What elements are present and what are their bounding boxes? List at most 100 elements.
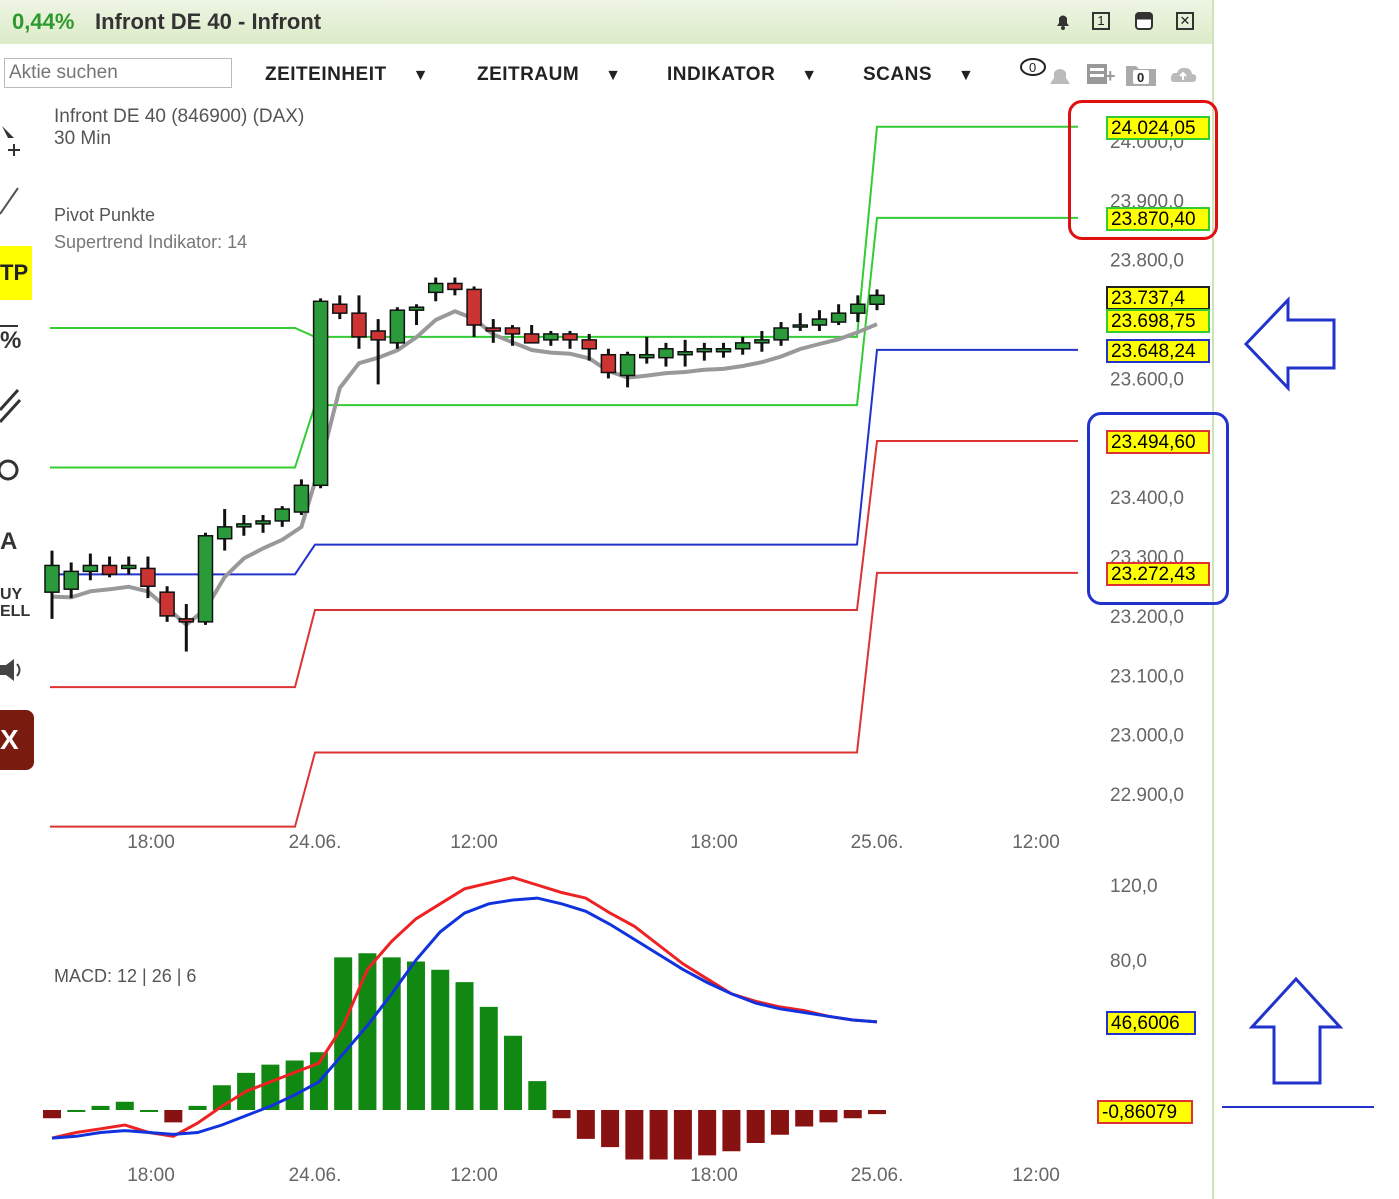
menu-zeiteinheit[interactable]: ZEITEINHEIT▼ [265, 64, 429, 86]
macd-histogram-bar [795, 1110, 813, 1127]
time-axis-label: 18:00 [127, 832, 175, 853]
candle-body [812, 319, 826, 325]
alert-bell-icon[interactable]: 0 [1018, 58, 1074, 95]
candlesticks [45, 278, 884, 652]
up-arrow-icon [1248, 975, 1344, 1087]
macd-histogram-bar [504, 1036, 522, 1110]
annotation-baseline [1222, 1106, 1374, 1108]
candle-body [736, 343, 750, 349]
menu-scans[interactable]: SCANS ▼ [863, 64, 974, 86]
macd-histogram-bar [674, 1110, 692, 1160]
price-tag: 23.737,4 [1106, 286, 1210, 310]
candle-body [275, 509, 289, 521]
menu-label: INDIKATOR [667, 64, 775, 85]
macd-value-tag: 46,6006 [1106, 1011, 1196, 1035]
pivot-indicator-label: Pivot Punkte [54, 205, 155, 225]
close-icon[interactable]: ✕ [1176, 12, 1194, 30]
candle-body [755, 340, 769, 343]
annotation-red-box [1068, 100, 1218, 240]
macd-histogram-bar [577, 1110, 595, 1139]
macd-histogram-bar [456, 982, 474, 1110]
time-axis-label: 25.06. [851, 832, 904, 853]
candle-body [448, 283, 462, 289]
candle-body [601, 355, 615, 373]
time-axis-label: 24.06. [289, 832, 342, 853]
time-axis-label: 12:00 [450, 832, 498, 853]
candle-body [563, 334, 577, 340]
search-input[interactable] [4, 58, 232, 88]
macd-time-axis-label: 12:00 [1012, 1165, 1060, 1186]
candle-body [314, 301, 328, 485]
candle-body [352, 313, 366, 337]
macd-histogram-bar [164, 1110, 182, 1122]
candle-body [659, 349, 673, 358]
candle-body [621, 355, 635, 376]
window-single-icon[interactable]: 1 [1092, 12, 1110, 30]
price-axis-label: 23.000,0 [1110, 726, 1184, 747]
macd-histogram-bar [601, 1110, 619, 1147]
macd-time-axis-label: 12:00 [450, 1165, 498, 1186]
macd-histogram-bar [43, 1110, 61, 1118]
chart-window: 0,44% Infront DE 40 - Infront 1 ✕ ZEITEI… [0, 0, 1214, 1199]
price-axis-label: 22.900,0 [1110, 785, 1184, 806]
candle-body [832, 313, 846, 322]
folder-icon[interactable]: 0 [1124, 58, 1160, 95]
candle-body [467, 289, 481, 325]
candle-body [141, 568, 155, 586]
add-watchlist-icon[interactable]: + [1085, 58, 1119, 95]
price-chart[interactable]: 24.000,023.900,023.800,023.600,023.400,0… [0, 100, 1212, 1199]
macd-histogram-bar [140, 1110, 158, 1112]
supertrend-indicator-label: Supertrend Indikator: 14 [54, 232, 247, 252]
candle-body [640, 355, 654, 358]
candle-body [294, 485, 308, 512]
pivot-level-line [50, 218, 1078, 468]
candle-body [218, 527, 232, 539]
macd-histogram-bar [431, 970, 449, 1110]
macd-time-axis-label: 18:00 [127, 1165, 175, 1186]
price-axis-label: 23.200,0 [1110, 607, 1184, 628]
macd-histogram-bar [650, 1110, 668, 1160]
title-change-percent: 0,44% [12, 9, 74, 35]
macd-panel: 120,080,0 [43, 876, 1158, 1160]
left-arrow-icon [1242, 296, 1338, 392]
menu-zeitraum[interactable]: ZEITRAUM▼ [477, 64, 622, 86]
macd-label: MACD: 12 | 26 | 6 [54, 966, 196, 986]
price-axis-label: 23.600,0 [1110, 369, 1184, 390]
candle-body [333, 304, 347, 313]
candle-body [525, 334, 539, 343]
candle-body [179, 619, 193, 622]
menu-label: SCANS [863, 64, 932, 85]
macd-histogram-bar [553, 1110, 571, 1118]
candle-body [429, 283, 443, 292]
macd-time-axis-label: 18:00 [690, 1165, 738, 1186]
candle-body [237, 524, 251, 527]
toolbar: ZEITEINHEIT▼ ZEITRAUM▼ INDIKATOR ▼ SCANS ▼… [0, 44, 1212, 102]
chevron-down-icon: ▼ [958, 67, 974, 84]
svg-text:+: + [1105, 66, 1116, 86]
menu-label: ZEITEINHEIT [265, 64, 387, 85]
cloud-icon[interactable] [1168, 58, 1200, 95]
candle-body [870, 295, 884, 304]
time-axis-label: 12:00 [1012, 832, 1060, 853]
time-axis: 18:0024.06.12:0018:0025.06.12:00 [127, 832, 1060, 853]
macd-histogram-bar [747, 1110, 765, 1143]
macd-histogram-bar [625, 1110, 643, 1160]
bell-icon[interactable] [1053, 11, 1073, 31]
macd-histogram-bar [771, 1110, 789, 1135]
alert-count: 0 [1029, 60, 1036, 75]
price-tag: 23.698,75 [1106, 309, 1210, 333]
macd-histogram-bar [189, 1106, 207, 1110]
menu-label: ZEITRAUM [477, 64, 579, 85]
menu-indikator[interactable]: INDIKATOR ▼ [667, 64, 818, 86]
macd-histogram-bar [383, 957, 401, 1110]
candle-body [793, 325, 807, 327]
macd-histogram-bar [286, 1061, 304, 1111]
annotation-blue-box [1087, 412, 1229, 605]
candle-body [256, 521, 270, 524]
macd-histogram-bar [67, 1110, 85, 1112]
candle-body [851, 304, 865, 313]
price-axis-label: 23.100,0 [1110, 666, 1184, 687]
macd-histogram-bar [116, 1102, 134, 1110]
chevron-down-icon: ▼ [801, 67, 817, 84]
window-restore-icon[interactable] [1135, 12, 1153, 30]
